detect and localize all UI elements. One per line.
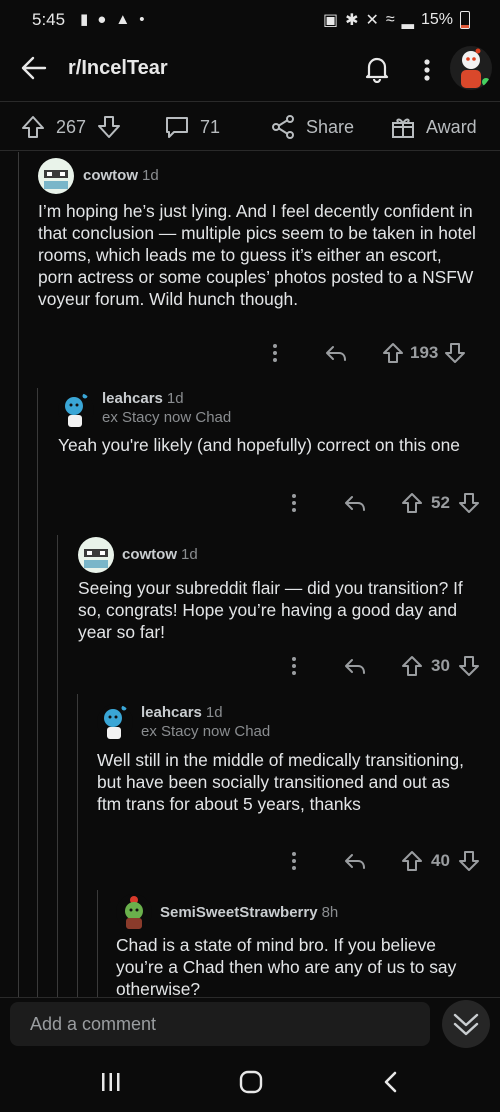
system-icons: ▣ ✱ ✕ ≈ ▂ 15%: [323, 10, 470, 30]
post-vote-count: 267: [56, 116, 87, 137]
comment-actions: 193: [270, 342, 466, 364]
comment-username[interactable]: leahcars 1d: [141, 704, 223, 721]
composer-divider: [0, 997, 500, 998]
comment-body: I’m hoping he’s just lying. And I feel d…: [38, 201, 476, 309]
alert-icon: ▮: [80, 11, 89, 28]
more-options-icon[interactable]: [420, 56, 434, 84]
comment-vote-count: 52: [431, 493, 450, 512]
status-bar: 5:45 ▮ ● ▲ • ▣ ✱ ✕ ≈ ▂ 15%: [0, 0, 500, 40]
wifi-icon: ≈: [385, 11, 395, 28]
upvote-icon[interactable]: [20, 114, 46, 140]
avatar[interactable]: [78, 537, 114, 573]
home-icon[interactable]: [238, 1070, 264, 1094]
user-avatar[interactable]: [450, 46, 492, 90]
comment-time: 1d: [181, 546, 198, 563]
downvote-icon[interactable]: [96, 114, 122, 140]
user-flair: ex Stacy now Chad: [141, 723, 271, 740]
comment-body: Seeing your subreddit flair — did you tr…: [78, 578, 463, 642]
comment-username[interactable]: cowtow 1d: [122, 546, 198, 563]
downvote-icon[interactable]: [444, 342, 466, 364]
thread-line[interactable]: [18, 152, 19, 997]
downvote-icon[interactable]: [458, 850, 480, 872]
comment-time: 1d: [142, 167, 159, 184]
avatar[interactable]: [97, 704, 133, 740]
more-options-icon[interactable]: [289, 492, 299, 514]
comment-time: 1d: [166, 390, 184, 407]
comment-vote-count: 40: [431, 851, 450, 870]
comment: SemiSweetStrawberry 8h Chad is a state of…: [0, 890, 500, 997]
more-options-icon[interactable]: [289, 655, 299, 677]
reply-icon[interactable]: [324, 342, 348, 364]
share-button[interactable]: Share: [270, 114, 354, 140]
avatar[interactable]: [58, 392, 94, 428]
upvote-icon[interactable]: [401, 492, 423, 514]
bell-icon[interactable]: [364, 55, 390, 83]
bluetooth-icon: ✱: [345, 12, 359, 29]
app-header: r/IncelTear: [0, 40, 500, 100]
add-comment-input[interactable]: Add a comment: [10, 1002, 430, 1046]
comment-body: Yeah you're likely (and hopefully) corre…: [58, 435, 460, 455]
back-arrow-icon[interactable]: [20, 54, 48, 82]
award-label: Award: [426, 116, 477, 137]
post-action-bar: 267 71 Share Award: [0, 104, 500, 150]
app-icon: ●: [97, 10, 107, 28]
comment-time: 1d: [205, 704, 223, 721]
notification-icons: ▮ ● ▲ •: [80, 10, 145, 29]
comment-username[interactable]: leahcars 1d: [102, 390, 184, 407]
comment-vote-count: 193: [410, 343, 439, 362]
more-options-icon[interactable]: [270, 342, 280, 364]
reply-icon[interactable]: [343, 655, 367, 677]
avatar[interactable]: [116, 894, 152, 930]
comment-body: Well still in the middle of medically tr…: [97, 750, 464, 814]
battery-percent: 15%: [420, 11, 453, 28]
actions-divider: [0, 150, 500, 151]
recent-apps-icon[interactable]: [100, 1072, 122, 1092]
header-divider: [0, 101, 500, 102]
comment-actions: 40: [289, 850, 480, 872]
double-chevron-down-icon: [453, 1013, 479, 1036]
comment-username[interactable]: cowtow 1d: [83, 167, 159, 184]
dot-icon: •: [139, 10, 145, 28]
upvote-icon[interactable]: [401, 850, 423, 872]
status-time: 5:45: [32, 10, 66, 29]
comment-vote-count: 30: [431, 656, 450, 675]
avatar[interactable]: [38, 158, 74, 194]
jump-to-next-button[interactable]: [442, 1000, 490, 1048]
lock-icon: ▣: [322, 12, 339, 29]
comment-body: Chad is a state of mind bro. If you beli…: [116, 935, 457, 997]
comments-button[interactable]: 71: [164, 114, 220, 140]
comment-time: 8h: [321, 904, 339, 921]
comment-actions: 30: [289, 655, 480, 677]
downvote-icon[interactable]: [458, 492, 480, 514]
back-nav-icon[interactable]: [382, 1071, 400, 1093]
comment-actions: 52: [289, 492, 480, 514]
comment-count: 71: [200, 116, 221, 137]
mute-icon: ✕: [365, 12, 379, 29]
flame-icon: ▲: [115, 10, 131, 28]
upvote-icon[interactable]: [401, 655, 423, 677]
upvote-icon[interactable]: [382, 342, 404, 364]
system-nav-bar: [0, 1052, 500, 1112]
signal-icon: ▂: [401, 12, 414, 29]
share-label: Share: [306, 116, 355, 137]
more-options-icon[interactable]: [289, 850, 299, 872]
award-button[interactable]: Award: [390, 114, 477, 140]
comment-username[interactable]: SemiSweetStrawberry 8h: [160, 904, 338, 921]
share-icon: [272, 115, 294, 139]
award-icon: [392, 118, 414, 138]
comment-icon: [166, 117, 188, 138]
add-comment-placeholder: Add a comment: [30, 1014, 157, 1034]
reply-icon[interactable]: [343, 492, 367, 514]
reply-icon[interactable]: [343, 850, 367, 872]
downvote-icon[interactable]: [458, 655, 480, 677]
subreddit-title[interactable]: r/IncelTear: [68, 57, 168, 80]
battery-icon: [460, 11, 470, 29]
user-flair: ex Stacy now Chad: [102, 409, 232, 426]
post-vote-group: 267: [20, 114, 122, 140]
